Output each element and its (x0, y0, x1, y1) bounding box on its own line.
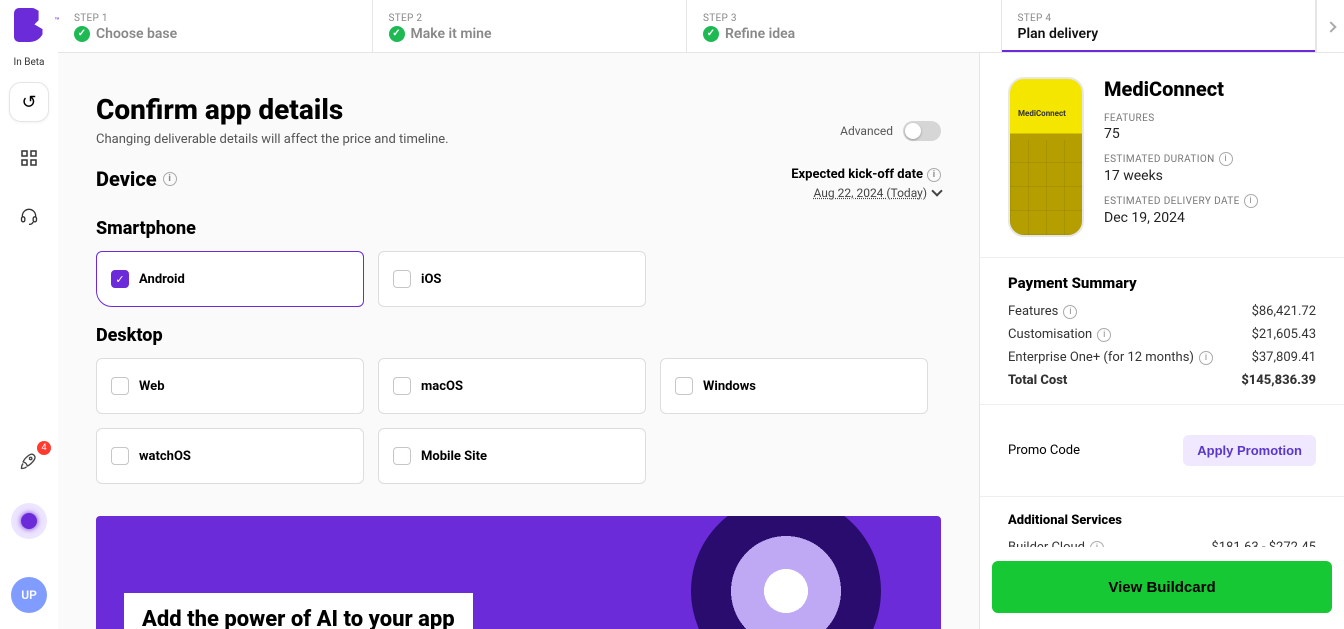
device-option-web[interactable]: Web (96, 358, 364, 414)
step-tag: STEP 2 (389, 13, 671, 24)
option-label: Windows (703, 379, 756, 394)
desktop-title: Desktop (96, 325, 941, 346)
option-label: Android (139, 272, 185, 287)
summary-panel: MediConnect MediConnect FEATURES 75 ESTI… (979, 53, 1344, 629)
device-option-watchos[interactable]: watchOS (96, 428, 364, 484)
delivery-label: ESTIMATED DELIVERY DATE (1104, 196, 1240, 207)
features-label: FEATURES (1104, 113, 1258, 124)
info-icon[interactable]: i (1063, 305, 1077, 319)
payment-summary-title: Payment Summary (1008, 274, 1316, 292)
headset-icon (19, 206, 39, 231)
option-label: Web (139, 379, 165, 394)
option-label: watchOS (139, 449, 191, 464)
eye-icon (691, 516, 881, 629)
checkbox-icon (393, 447, 411, 465)
step-title: Plan delivery (1018, 26, 1099, 42)
duration-value: 17 weeks (1104, 168, 1258, 184)
features-value: 75 (1104, 126, 1258, 142)
apply-promotion-button[interactable]: Apply Promotion (1183, 435, 1316, 466)
app-name: MediConnect (1104, 77, 1258, 101)
info-icon[interactable]: i (1090, 541, 1104, 548)
row-label: Features (1008, 304, 1058, 319)
kickoff-label: Expected kick-off date (791, 167, 923, 182)
rocket-button[interactable]: 4 (9, 443, 49, 483)
device-option-android[interactable]: ✓ Android (96, 251, 364, 307)
step-bar: STEP 1 ✓ Choose base STEP 2 ✓ Make it mi… (58, 0, 1344, 53)
device-option-mobile-site[interactable]: Mobile Site (378, 428, 646, 484)
delivery-value: Dec 19, 2024 (1104, 210, 1258, 226)
check-icon: ✓ (703, 26, 719, 42)
step-4[interactable]: STEP 4 Plan delivery (1002, 0, 1317, 52)
checkbox-icon (393, 377, 411, 395)
support-button[interactable] (9, 198, 49, 238)
option-label: Mobile Site (421, 449, 487, 464)
checkbox-icon (393, 270, 411, 288)
chevron-down-icon (931, 185, 942, 196)
chevron-right-icon (1325, 21, 1336, 32)
device-option-ios[interactable]: iOS (378, 251, 646, 307)
total-value: $145,836.39 (1241, 373, 1316, 388)
step-title: Choose base (96, 26, 177, 42)
device-option-macos[interactable]: macOS (378, 358, 646, 414)
device-title: Device (96, 167, 157, 191)
advanced-toggle[interactable] (903, 121, 941, 141)
checkbox-icon: ✓ (111, 270, 129, 288)
additional-services-title: Additional Services (1008, 513, 1316, 528)
smartphone-title: Smartphone (96, 218, 941, 239)
info-icon[interactable]: i (1097, 328, 1111, 342)
avatar[interactable]: UP (11, 577, 47, 613)
checkbox-icon (111, 447, 129, 465)
step-tag: STEP 1 (74, 13, 356, 24)
app-preview: MediConnect (1008, 77, 1084, 237)
step-1[interactable]: STEP 1 ✓ Choose base (58, 0, 373, 52)
row-value: $86,421.72 (1252, 304, 1316, 319)
advanced-label: Advanced (840, 124, 893, 138)
step-3[interactable]: STEP 3 ✓ Refine idea (687, 0, 1002, 52)
undo-button[interactable]: ↺ (9, 82, 49, 122)
rocket-badge: 4 (37, 441, 51, 455)
kickoff-date: Aug 22, 2024 (Today) (814, 186, 927, 200)
cloud-label: Builder Cloud (1008, 540, 1085, 547)
info-icon[interactable]: i (163, 172, 177, 186)
ai-banner[interactable]: Add the power of AI to your app (96, 516, 941, 629)
total-label: Total Cost (1008, 373, 1067, 388)
steps-next-button[interactable] (1316, 0, 1344, 53)
checkbox-icon (675, 377, 693, 395)
row-label: Customisation (1008, 327, 1092, 342)
row-label: Enterprise One+ (for 12 months) (1008, 350, 1194, 365)
check-icon: ✓ (389, 26, 405, 42)
grid-icon (21, 150, 37, 170)
rocket-icon (19, 451, 39, 476)
step-title: Make it mine (411, 26, 492, 42)
duration-label: ESTIMATED DURATION (1104, 154, 1215, 165)
promo-label: Promo Code (1008, 443, 1080, 458)
kickoff-date-picker[interactable]: Aug 22, 2024 (Today) (791, 186, 941, 200)
orb-icon (11, 503, 47, 539)
checkbox-icon (111, 377, 129, 395)
info-icon[interactable]: i (1219, 152, 1233, 166)
cloud-value: $181.63 - $272.45 (1211, 540, 1316, 547)
option-label: macOS (421, 379, 463, 394)
info-icon[interactable]: i (1244, 194, 1258, 208)
row-value: $37,809.41 (1252, 350, 1316, 365)
assistant-orb[interactable] (9, 501, 49, 541)
option-label: iOS (421, 272, 441, 287)
row-value: $21,605.43 (1252, 327, 1316, 342)
view-buildcard-button[interactable]: View Buildcard (992, 561, 1332, 613)
step-tag: STEP 3 (703, 13, 985, 24)
check-icon: ✓ (74, 26, 90, 42)
info-icon[interactable]: i (927, 168, 941, 182)
info-icon[interactable]: i (1199, 351, 1213, 365)
step-2[interactable]: STEP 2 ✓ Make it mine (373, 0, 688, 52)
step-title: Refine idea (725, 26, 795, 42)
undo-icon: ↺ (21, 92, 36, 113)
dashboard-button[interactable] (9, 140, 49, 180)
content-pane: Confirm app details Changing deliverable… (58, 53, 979, 629)
logo-b-icon (14, 8, 44, 42)
brand-logo[interactable]: ™ In Beta (14, 8, 45, 68)
device-option-windows[interactable]: Windows (660, 358, 928, 414)
step-tag: STEP 4 (1018, 13, 1300, 24)
sidebar: ™ In Beta ↺ 4 (0, 0, 58, 629)
ai-banner-title: Add the power of AI to your app (124, 593, 473, 629)
